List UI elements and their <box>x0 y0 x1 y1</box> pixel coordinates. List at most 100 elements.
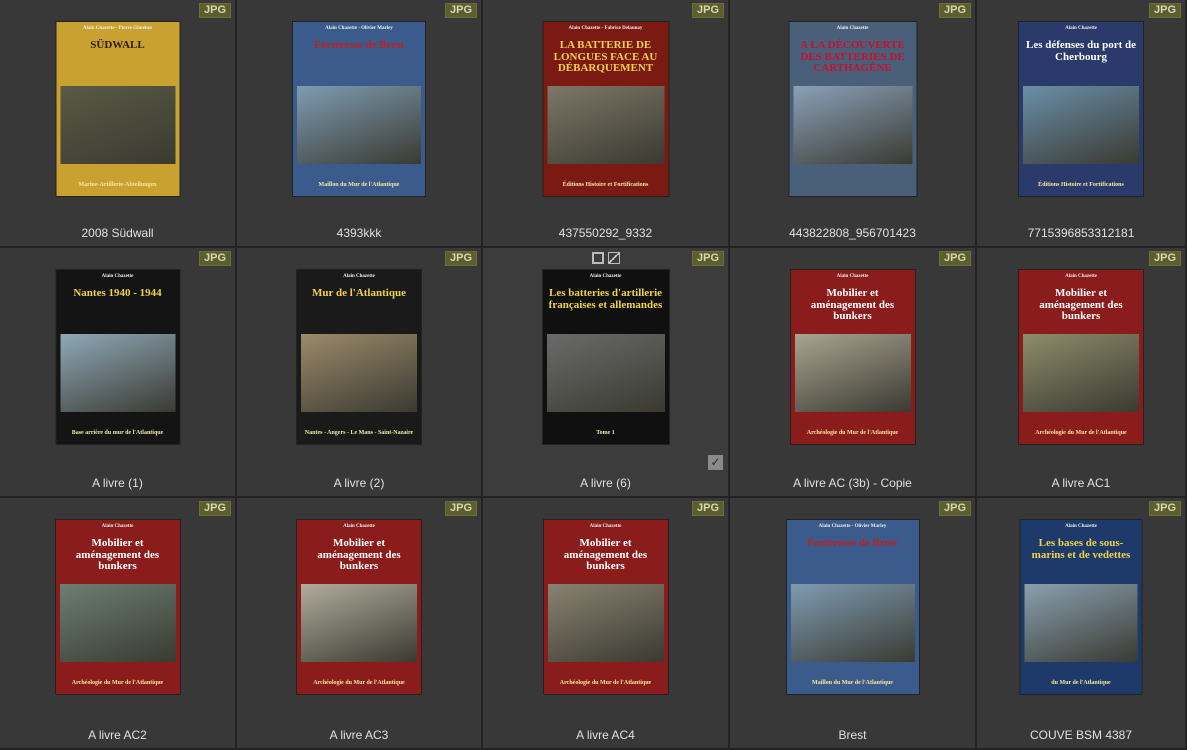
file-name-label: A livre AC2 <box>88 728 147 742</box>
file-name-label: 443822808_956701423 <box>789 226 916 240</box>
cover-subtitle: Éditions Histoire et Fortifications <box>562 181 649 188</box>
file-name-label: A livre AC (3b) - Copie <box>793 476 912 490</box>
book-cover-thumbnail[interactable]: Alain Chazette Les batteries d'artillerie… <box>542 270 669 444</box>
file-type-badge: JPG <box>691 251 724 266</box>
file-name-label: A livre AC3 <box>329 728 389 742</box>
cover-authors: Alain Chazette <box>1065 274 1097 279</box>
cover-authors: Alain Chazette <box>1065 524 1097 529</box>
cover-authors: Alain Chazette <box>836 26 869 31</box>
cover-photo <box>301 334 417 412</box>
file-type-badge: JPG <box>1148 251 1181 266</box>
cover-subtitle: Base arrière du mur de l'Atlantique <box>71 429 164 436</box>
cover-subtitle: Marine-Artillerie-Abteilungen <box>78 181 157 188</box>
thumbnail-cell[interactable]: JPG Alain Chazette Mobilier et aménagement… <box>0 498 237 750</box>
book-cover-thumbnail[interactable]: Alain Chazette Mobilier et aménagement de… <box>543 520 668 694</box>
file-type-badge: JPG <box>938 3 971 18</box>
book-cover-thumbnail[interactable]: Alain Chazette Mobilier et aménagement de… <box>55 520 180 694</box>
file-type-badge: JPG <box>691 501 724 516</box>
cover-authors: Alain Chazette - Olivier Marley <box>818 524 887 529</box>
cover-photo <box>297 86 421 164</box>
file-type-badge: JPG <box>691 3 724 18</box>
file-name-label: 2008 Südwall <box>81 226 154 240</box>
thumbnail-cell[interactable]: JPG Alain Chazette - Olivier Marley Forter… <box>730 498 977 750</box>
file-type-badge: JPG <box>444 501 477 516</box>
cover-title: Mobilier et aménagement des bunkers <box>317 537 401 573</box>
cover-authors: Alain Chazette - Fabrice Delaunay <box>568 26 643 31</box>
file-name-label: A livre (6) <box>580 476 631 490</box>
book-cover-thumbnail[interactable]: Alain Chazette - Olivier Marley Forteress… <box>786 520 919 694</box>
book-cover-thumbnail[interactable]: Alain Chazette - Pierre Giménez SÜDWALL Ma… <box>56 22 179 196</box>
cover-subtitle: Archéologie du Mur de l'Atlantique <box>806 429 899 436</box>
cover-photo <box>793 86 912 164</box>
cover-authors: Alain Chazette <box>836 274 869 279</box>
file-name-label: 4393kkk <box>336 226 382 240</box>
cover-title: Forteresse de Brest <box>313 39 404 51</box>
cover-subtitle: Archéologie du Mur de l'Atlantique <box>313 679 405 686</box>
book-cover-thumbnail[interactable]: Alain Chazette Les bases de sous-marins e… <box>1020 520 1142 694</box>
cover-subtitle: du Mur de l'Atlantique <box>1051 679 1111 686</box>
thumbnail-cell[interactable]: JPG Alain Chazette Les bases de sous-marin… <box>977 498 1187 750</box>
cover-title: Forteresse de Brest <box>807 537 898 549</box>
cover-title: SÜDWALL <box>90 39 145 51</box>
book-cover-thumbnail[interactable]: Alain Chazette Mobilier et aménagement de… <box>790 270 915 444</box>
file-name-label: 7715396853312181 <box>1027 226 1135 240</box>
cover-title: Les batteries d'artillerie françaises et… <box>548 287 663 311</box>
file-type-badge: JPG <box>444 3 477 18</box>
cover-title: Les bases de sous-marins et de vedettes <box>1031 537 1131 561</box>
cover-photo <box>60 86 175 164</box>
cover-authors: Alain Chazette - Pierre Giménez <box>82 26 153 31</box>
book-cover-thumbnail[interactable]: Alain Chazette - Olivier Marley Forteress… <box>293 22 425 196</box>
thumbnail-cell[interactable]: JPG Alain Chazette Mobilier et aménagement… <box>730 248 977 498</box>
book-cover-thumbnail[interactable]: Alain Chazette Mur de l'Atlantique Nantes … <box>297 270 421 444</box>
cover-authors: Alain Chazette <box>1065 26 1097 31</box>
thumbnail-cell[interactable]: JPG Alain Chazette - Pierre Giménez SÜDWAL… <box>0 0 237 248</box>
thumbnail-cell[interactable]: JPG Alain Chazette Nantes 1940 - 1944 Base … <box>0 248 237 498</box>
file-name-label: A livre (1) <box>92 476 143 490</box>
checkbox-icon[interactable]: ✓ <box>708 455 723 470</box>
file-type-badge: JPG <box>1148 501 1181 516</box>
thumbnail-cell[interactable]: JPG Alain Chazette Les défenses du port de… <box>977 0 1187 248</box>
thumbnail-cell[interactable]: JPG Alain Chazette Mur de l'Atlantique Nant… <box>237 248 483 498</box>
cover-photo <box>301 584 417 662</box>
cover-title: Mobilier et aménagement des bunkers <box>75 537 160 573</box>
thumbnail-cell[interactable]: JPG ✓ Alain Chazette Les batteries d'artill… <box>483 248 730 498</box>
square-icon[interactable] <box>591 252 604 264</box>
cover-title: A LA DÉCOUVERTE DES BATTERIES DE CARTHAG… <box>800 39 905 75</box>
cover-photo <box>1023 86 1139 164</box>
book-cover-thumbnail[interactable]: Alain Chazette A LA DÉCOUVERTE DES BATTER… <box>789 22 916 196</box>
cover-photo <box>60 334 175 412</box>
book-cover-thumbnail[interactable]: Alain Chazette Les défenses du port de Ch… <box>1019 22 1143 196</box>
cover-photo <box>547 584 664 662</box>
file-name-label: A livre AC1 <box>1051 476 1111 490</box>
cover-photo <box>794 334 911 412</box>
book-cover-thumbnail[interactable]: Alain Chazette Mobilier et aménagement de… <box>297 520 421 694</box>
thumbnail-cell[interactable]: JPG Alain Chazette Mobilier et aménagement… <box>237 498 483 750</box>
cover-title: Mobilier et aménagement des bunkers <box>563 537 648 573</box>
book-cover-thumbnail[interactable]: Alain Chazette Mobilier et aménagement de… <box>1019 270 1143 444</box>
cover-authors: Alain Chazette <box>589 524 622 529</box>
cover-authors: Alain Chazette - Olivier Marley <box>325 26 393 31</box>
thumbnail-cell[interactable]: JPG Alain Chazette A LA DÉCOUVERTE DES BAT… <box>730 0 977 248</box>
cover-subtitle: Nantes - Angers - Le Mans - Saint-Nazair… <box>304 429 414 436</box>
cover-title: Les défenses du port de Cherbourg <box>1025 39 1136 63</box>
cover-photo <box>790 584 915 662</box>
file-name-label: 437550292_9332 <box>558 226 653 240</box>
cover-authors: Alain Chazette <box>101 274 134 279</box>
thumbnail-cell[interactable]: JPG Alain Chazette - Fabrice Delaunay LA B… <box>483 0 730 248</box>
thumbnail-cell[interactable]: JPG Alain Chazette - Olivier Marley Forter… <box>237 0 483 248</box>
cover-photo <box>547 86 664 164</box>
cover-subtitle: Maillon du Mur de l'Atlantique <box>318 181 400 188</box>
book-cover-thumbnail[interactable]: Alain Chazette Nantes 1940 - 1944 Base arr… <box>56 270 179 444</box>
cover-authors: Alain Chazette <box>101 524 134 529</box>
file-type-badge: JPG <box>198 501 231 516</box>
thumbnail-cell[interactable]: JPG Alain Chazette Mobilier et aménagement… <box>483 498 730 750</box>
thumbnail-cell[interactable]: JPG Alain Chazette Mobilier et aménagement… <box>977 248 1187 498</box>
cover-subtitle: Maillon du Mur de l'Atlantique <box>812 679 893 686</box>
file-name-label: COUVE BSM 4387 <box>1029 728 1133 742</box>
file-type-badge: JPG <box>198 3 231 18</box>
file-name-label: A livre (2) <box>333 476 385 490</box>
file-type-badge: JPG <box>1148 3 1181 18</box>
book-cover-thumbnail[interactable]: Alain Chazette - Fabrice Delaunay LA BATT… <box>543 22 668 196</box>
cover-authors: Alain Chazette <box>589 274 622 279</box>
rotate-icon[interactable] <box>607 252 620 264</box>
